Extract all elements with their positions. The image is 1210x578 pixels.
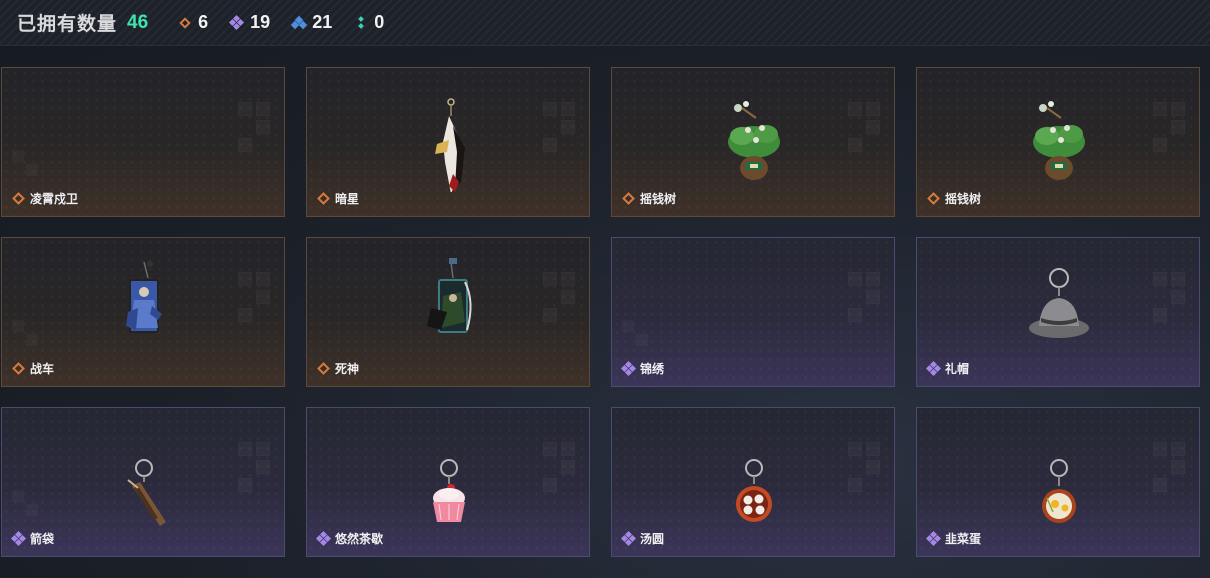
money-tree-charm-icon <box>728 101 780 180</box>
item-name: 暗星 <box>335 192 360 206</box>
item-name: 箭袋 <box>30 532 55 546</box>
orange-rarity-gem-icon <box>12 192 25 205</box>
cupcake-charm-icon <box>433 459 465 522</box>
item-card[interactable]: 箭袋 <box>1 407 285 557</box>
item-card[interactable]: 悠然茶歇 <box>306 407 590 557</box>
purple-rarity-gem-icon <box>620 360 637 377</box>
item-card[interactable]: 死神 <box>306 237 590 387</box>
orange-rarity-gem-icon <box>178 16 192 30</box>
rarity-count: 21 <box>312 12 333 32</box>
owned-count-value: 46 <box>127 11 149 33</box>
item-card[interactable]: 摇钱树 <box>916 67 1200 217</box>
owned-count-label: 已拥有数量 <box>17 14 118 35</box>
blue-rarity-gem-icon <box>290 15 308 30</box>
rarity-stat-blue: 21 <box>290 12 333 33</box>
item-card[interactable]: 凌霄戍卫 <box>1 67 285 217</box>
purple-rarity-gem-icon <box>925 360 942 377</box>
death-card-charm-icon <box>427 258 472 333</box>
purple-rarity-gem-icon <box>10 530 27 547</box>
orange-rarity-gem-icon <box>12 362 25 375</box>
item-card[interactable]: 战车 <box>1 237 285 387</box>
item-name: 死神 <box>335 362 360 376</box>
item-name: 摇钱树 <box>945 192 982 206</box>
item-name: 汤圆 <box>640 532 665 546</box>
feather-blade-charm-icon <box>435 98 465 192</box>
money-tree-charm-icon <box>1033 101 1085 180</box>
purple-rarity-gem-icon <box>229 14 245 30</box>
rarity-count: 0 <box>374 12 385 32</box>
chariot-card-charm-icon <box>126 261 162 333</box>
item-card[interactable]: 韭菜蛋 <box>916 407 1200 557</box>
purple-rarity-gem-icon <box>925 530 942 547</box>
item-name: 战车 <box>30 362 55 376</box>
item-card[interactable]: 摇钱树 <box>611 67 895 217</box>
item-name: 凌霄戍卫 <box>30 192 79 206</box>
purple-rarity-gem-icon <box>315 530 332 547</box>
hat-charm-icon <box>1029 268 1089 338</box>
item-name: 锦绣 <box>640 362 665 376</box>
item-name: 悠然茶歇 <box>335 532 384 546</box>
rarity-stat-purple: 19 <box>229 12 271 33</box>
orange-rarity-gem-icon <box>622 192 635 205</box>
item-name: 礼帽 <box>945 362 970 376</box>
orange-rarity-gem-icon <box>927 192 940 205</box>
teal-rarity-gem-icon <box>354 15 368 30</box>
item-card[interactable]: 汤圆 <box>611 407 895 557</box>
rarity-count: 19 <box>250 12 271 32</box>
item-card[interactable]: 礼帽 <box>916 237 1200 387</box>
rarity-stat-orange: 6 <box>178 12 208 33</box>
rarity-count: 6 <box>198 12 209 32</box>
rarity-stat-teal: 0 <box>354 12 384 33</box>
fried-egg-pan-charm-icon <box>1042 459 1076 523</box>
collection-header: 已拥有数量 46 6 19 21 0 <box>0 0 1210 46</box>
item-card[interactable]: 暗星 <box>306 67 590 217</box>
quiver-charm-icon <box>127 459 166 526</box>
tangyuan-charm-icon <box>736 459 772 522</box>
item-name: 摇钱树 <box>640 192 677 206</box>
purple-rarity-gem-icon <box>620 530 637 547</box>
item-card[interactable]: 锦绣 <box>611 237 895 387</box>
orange-rarity-gem-icon <box>317 362 330 375</box>
item-name: 韭菜蛋 <box>945 532 982 546</box>
orange-rarity-gem-icon <box>317 192 330 205</box>
